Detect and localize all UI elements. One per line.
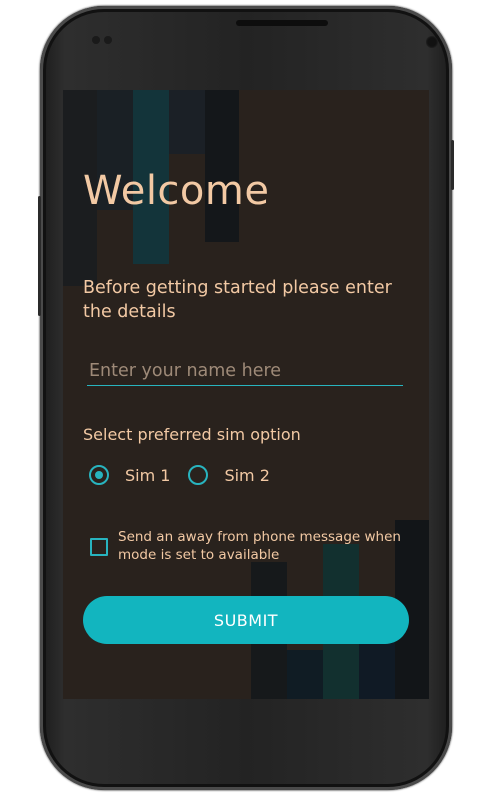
away-message-checkbox[interactable] — [90, 538, 108, 556]
page-title: Welcome — [83, 168, 270, 214]
sim-2-radio[interactable]: Sim 2 — [188, 465, 270, 485]
away-message-checkbox-row[interactable]: Send an away from phone message when mod… — [90, 528, 418, 564]
power-button — [451, 140, 454, 190]
front-camera — [426, 36, 438, 48]
sim-2-label: Sim 2 — [224, 465, 270, 485]
sim-option-label: Select preferred sim option — [83, 425, 301, 444]
welcome-form: Welcome Before getting started please en… — [63, 90, 429, 699]
submit-button[interactable]: SUBMIT — [83, 596, 409, 644]
away-message-label: Send an away from phone message when mod… — [118, 529, 401, 563]
sensor-dot — [104, 36, 112, 44]
speaker-grille — [236, 20, 328, 26]
radio-unchecked-icon — [188, 465, 209, 485]
page-subtitle: Before getting started please enter the … — [83, 278, 392, 322]
sim-radio-group: Sim 1 Sim 2 — [89, 465, 270, 485]
sim-1-label: Sim 1 — [125, 465, 171, 485]
sim-1-radio[interactable]: Sim 1 — [89, 465, 170, 485]
volume-button — [38, 196, 41, 316]
name-input[interactable] — [87, 356, 403, 386]
sensor-dot — [92, 36, 100, 44]
app-screen: Welcome Before getting started please en… — [63, 90, 429, 699]
radio-checked-icon — [89, 465, 109, 485]
